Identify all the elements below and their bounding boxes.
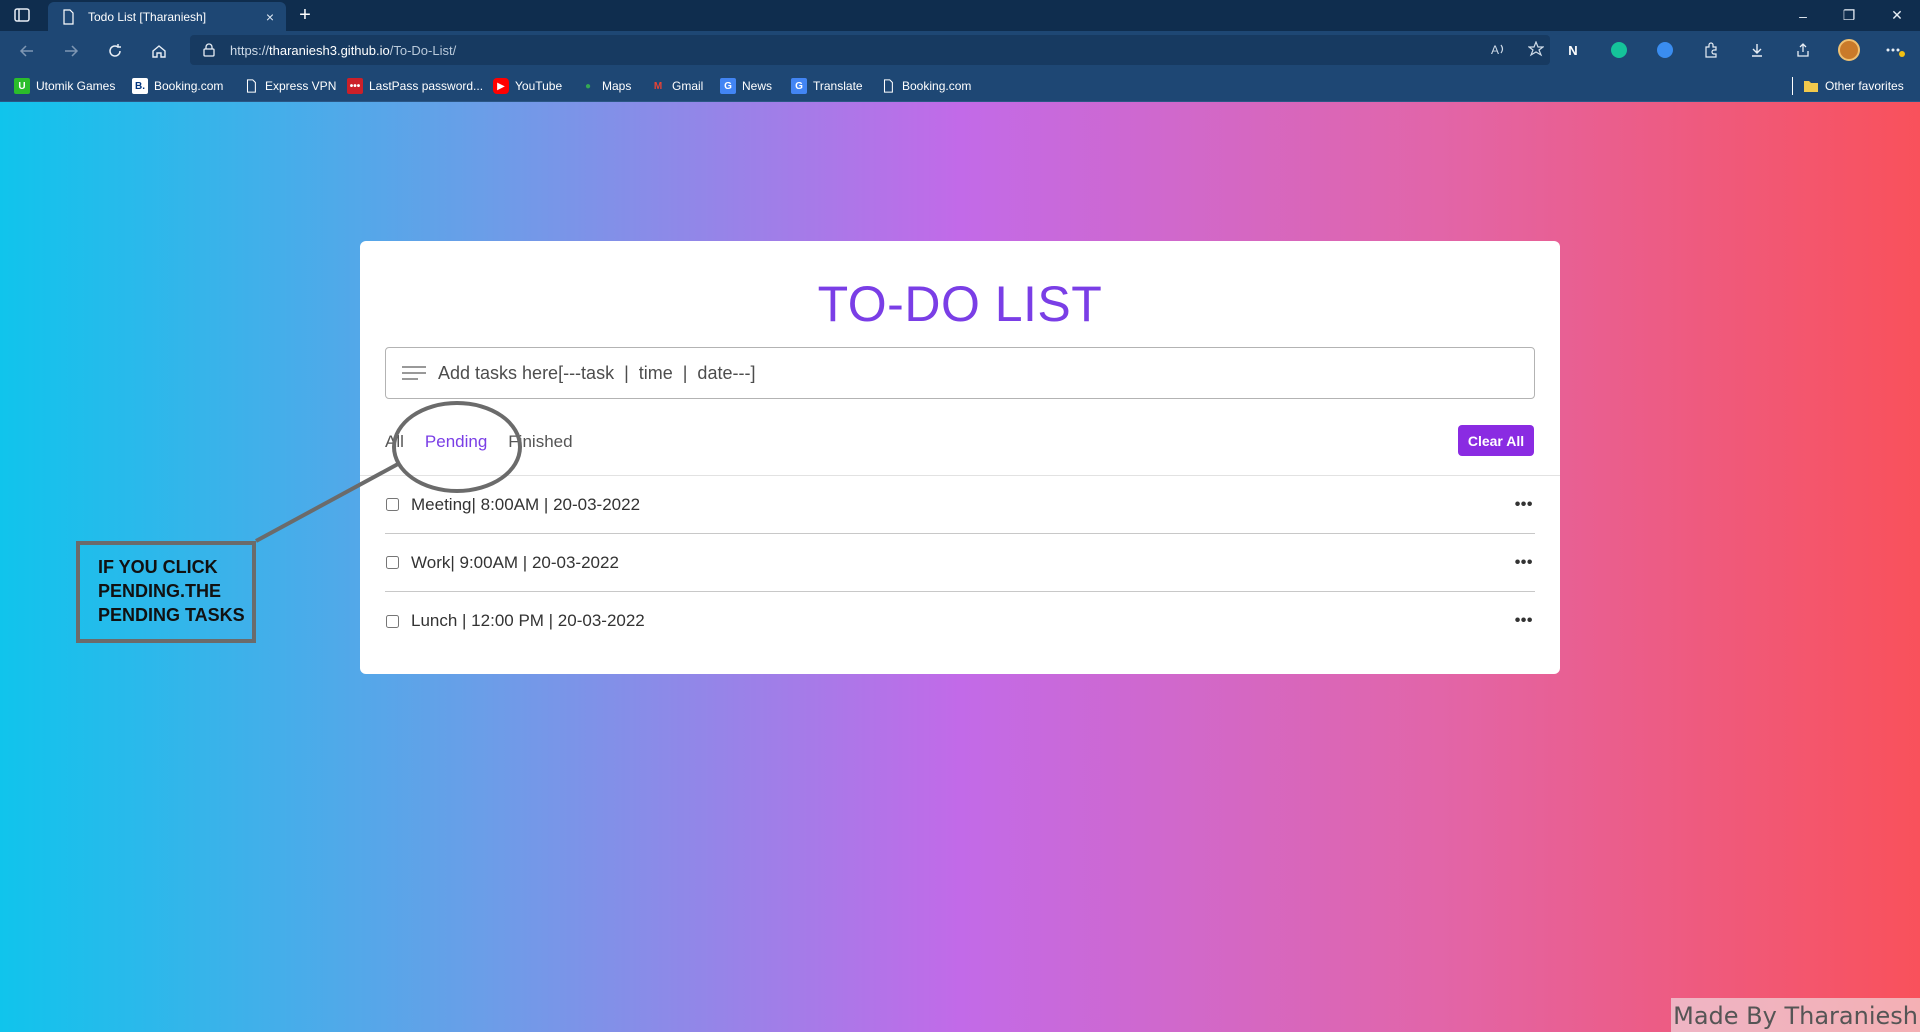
extensions-icon[interactable] bbox=[1698, 37, 1724, 63]
bookmark-label: Booking.com bbox=[154, 79, 224, 93]
bookmark-gmail[interactable]: M Gmail bbox=[650, 76, 704, 96]
booking-icon: B. bbox=[132, 78, 148, 94]
download-icon[interactable] bbox=[1744, 37, 1770, 63]
task-menu-icon[interactable]: ••• bbox=[1515, 496, 1533, 514]
folder-icon bbox=[1803, 78, 1819, 94]
task-checkbox[interactable] bbox=[386, 614, 399, 628]
task-text: Work| 9:00AM | 20-03-2022 bbox=[411, 552, 619, 572]
task-item: Work| 9:00AM | 20-03-2022 ••• bbox=[385, 534, 1535, 592]
task-input[interactable] bbox=[438, 362, 1534, 384]
browser-titlebar: Todo List [Tharaniesh] × + – ❐ ✕ bbox=[0, 0, 1920, 31]
lock-icon bbox=[203, 43, 215, 57]
home-icon bbox=[152, 45, 166, 58]
bookmark-utomik[interactable]: U Utomik Games bbox=[14, 76, 115, 96]
bookmark-booking-2[interactable]: Booking.com bbox=[880, 76, 971, 96]
task-menu-icon[interactable]: ••• bbox=[1515, 554, 1533, 572]
home-button[interactable] bbox=[146, 38, 172, 64]
url-path: /To-Do-List/ bbox=[389, 42, 457, 58]
browser-toolbar: https:// tharaniesh3.github.io /To-Do-Li… bbox=[0, 31, 1920, 69]
bookmark-label: Translate bbox=[813, 79, 863, 93]
tab-actions-icon[interactable] bbox=[14, 8, 30, 22]
tab-close-icon[interactable]: × bbox=[258, 5, 282, 29]
task-item: Meeting| 8:00AM | 20-03-2022 ••• bbox=[385, 476, 1535, 534]
minimize-button[interactable]: – bbox=[1780, 0, 1826, 31]
profile-avatar[interactable] bbox=[1836, 37, 1862, 63]
translate-icon: G bbox=[791, 78, 807, 94]
bookmarks-bar: U Utomik Games B. Booking.com Express VP… bbox=[0, 69, 1920, 102]
page-title: TO-DO LIST bbox=[817, 276, 1103, 332]
bookmark-label: YouTube bbox=[515, 79, 563, 93]
task-checkbox[interactable] bbox=[386, 556, 399, 569]
maps-icon: ● bbox=[584, 80, 592, 92]
annotation-line: PENDING.THE bbox=[98, 581, 222, 601]
new-tab-button[interactable]: + bbox=[294, 5, 316, 27]
url-host: tharaniesh3.github.io bbox=[269, 42, 390, 58]
clear-all-button[interactable]: Clear All bbox=[1458, 425, 1534, 456]
lastpass-icon: ••• bbox=[347, 78, 363, 94]
task-menu-icon[interactable]: ••• bbox=[1515, 612, 1533, 630]
read-aloud-icon[interactable]: A bbox=[1490, 41, 1506, 57]
bookmarks-divider bbox=[1792, 77, 1793, 95]
news-icon: G bbox=[720, 78, 736, 94]
forward-arrow-icon bbox=[65, 45, 79, 57]
bookmark-youtube[interactable]: ▶ YouTube bbox=[493, 76, 562, 96]
bookmark-label: Express VPN bbox=[265, 79, 337, 93]
close-window-button[interactable]: ✕ bbox=[1874, 0, 1920, 31]
other-favorites-label: Other favorites bbox=[1825, 79, 1904, 93]
credit-label: Made By Tharaniesh bbox=[1671, 998, 1920, 1032]
annotation-circle bbox=[392, 401, 522, 493]
bookmark-label: News bbox=[742, 79, 773, 93]
task-checkbox[interactable] bbox=[386, 498, 399, 511]
bookmark-label: Utomik Games bbox=[36, 79, 116, 93]
gmail-icon: M bbox=[653, 80, 663, 92]
refresh-button[interactable] bbox=[102, 38, 128, 64]
task-text: Lunch | 12:00 PM | 20-03-2022 bbox=[411, 611, 645, 630]
bookmark-maps[interactable]: ● Maps bbox=[580, 76, 631, 96]
bookmark-express-vpn[interactable]: Express VPN bbox=[243, 76, 336, 96]
utomik-icon: U bbox=[14, 78, 30, 94]
annotation-line: IF YOU CLICK bbox=[98, 557, 218, 577]
todo-card: TO-DO LIST All Pending Finished Clear Al… bbox=[360, 241, 1560, 674]
bookmark-label: Booking.com bbox=[902, 79, 972, 93]
page-icon bbox=[60, 8, 76, 25]
task-text: Meeting| 8:00AM | 20-03-2022 bbox=[411, 494, 641, 514]
bookmark-label: LastPass password... bbox=[369, 79, 484, 93]
address-bar[interactable]: https:// tharaniesh3.github.io /To-Do-Li… bbox=[190, 35, 1550, 65]
forward-button[interactable] bbox=[58, 38, 84, 64]
task-list: Meeting| 8:00AM | 20-03-2022 ••• Work| 9… bbox=[385, 476, 1535, 650]
url-prefix: https:// bbox=[230, 42, 270, 58]
grammarly-icon[interactable] bbox=[1606, 37, 1632, 63]
task-item: Lunch | 12:00 PM | 20-03-2022 ••• bbox=[385, 592, 1535, 650]
annotation-line: PENDING TASKS bbox=[98, 605, 245, 625]
page-background: TO-DO LIST All Pending Finished Clear Al… bbox=[0, 102, 1920, 1032]
tab-title: Todo List [Tharaniesh] bbox=[88, 9, 207, 24]
more-menu-icon[interactable] bbox=[1882, 37, 1908, 63]
svg-text:A: A bbox=[1491, 43, 1499, 57]
restore-button[interactable]: ❐ bbox=[1826, 0, 1872, 31]
share-icon[interactable] bbox=[1790, 37, 1816, 63]
page-icon bbox=[880, 78, 896, 94]
browser-tab[interactable]: Todo List [Tharaniesh] × bbox=[48, 2, 286, 31]
extension-n-icon[interactable]: N bbox=[1560, 37, 1586, 63]
refresh-icon bbox=[109, 44, 121, 57]
bookmark-news[interactable]: G News bbox=[720, 76, 772, 96]
bookmark-label: Maps bbox=[602, 79, 632, 93]
other-favorites[interactable]: Other favorites bbox=[1792, 76, 1904, 96]
back-arrow-icon bbox=[19, 45, 33, 57]
bookmark-lastpass[interactable]: ••• LastPass password... bbox=[347, 76, 483, 96]
task-input-container bbox=[385, 347, 1535, 399]
youtube-icon: ▶ bbox=[493, 78, 509, 94]
bookmark-translate[interactable]: G Translate bbox=[791, 76, 863, 96]
back-button[interactable] bbox=[14, 38, 40, 64]
add-favorite-icon[interactable] bbox=[1528, 41, 1544, 57]
bookmark-booking[interactable]: B. Booking.com bbox=[132, 76, 223, 96]
annotation-box: IF YOU CLICK PENDING.THE PENDING TASKS bbox=[76, 541, 256, 643]
notes-icon bbox=[402, 366, 426, 380]
page-icon bbox=[243, 78, 259, 94]
shield-extension-icon[interactable] bbox=[1652, 37, 1678, 63]
bookmark-label: Gmail bbox=[672, 79, 704, 93]
